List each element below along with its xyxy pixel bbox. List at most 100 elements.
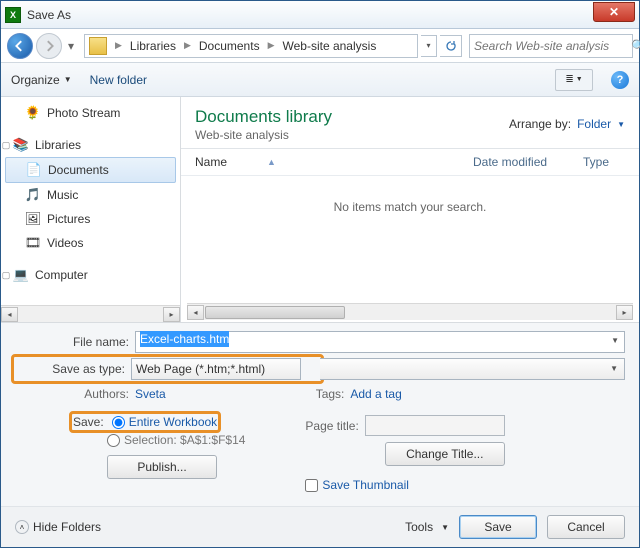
- chevron-right-icon: ▶: [111, 40, 126, 51]
- sidebar-item-label: Music: [47, 188, 78, 202]
- radio-selection-label: Selection: $A$1:$F$14: [124, 433, 245, 447]
- breadcrumb-item[interactable]: Documents: [197, 39, 262, 53]
- scroll-right-arrow[interactable]: ▸: [616, 305, 633, 320]
- navigation-bar: ▾ ▶ Libraries ▶ Documents ▶ Web-site ana…: [1, 29, 639, 63]
- expand-icon[interactable]: ▢: [1, 140, 11, 151]
- save-scope-label: Save:: [73, 415, 104, 429]
- sidebar-item-music[interactable]: 🎵 Music: [1, 183, 180, 207]
- arrange-by-value: Folder: [577, 117, 611, 131]
- scroll-left-arrow[interactable]: ◂: [1, 307, 18, 322]
- nav-forward-button[interactable]: [36, 33, 62, 59]
- sidebar-scrollbar[interactable]: ◂▸: [1, 305, 180, 322]
- chevron-down-icon: ▼: [610, 364, 618, 373]
- radio-entire-workbook-label: Entire Workbook: [129, 415, 217, 429]
- filename-label: File name:: [15, 335, 135, 349]
- column-headers: Name▲ Date modified Type: [181, 149, 639, 176]
- sidebar-item-pictures[interactable]: 🖼 Pictures: [1, 207, 180, 231]
- breadcrumb-item[interactable]: Libraries: [128, 39, 178, 53]
- chevron-down-icon: ▼: [617, 120, 625, 129]
- save-entire-workbook-row: Save: Entire Workbook: [73, 415, 217, 429]
- radio-entire-workbook[interactable]: [112, 416, 125, 429]
- folder-icon: [89, 37, 107, 55]
- computer-icon: 💻: [13, 267, 29, 283]
- save-options-panel: File name: Excel-charts.htm ▼ Save as ty…: [1, 322, 639, 506]
- arrange-by-label: Arrange by:: [509, 117, 571, 131]
- refresh-button[interactable]: [440, 35, 462, 57]
- sidebar-item-photo-stream[interactable]: 🌻 Photo Stream: [1, 101, 180, 125]
- filename-input[interactable]: Excel-charts.htm: [135, 331, 625, 353]
- save-thumbnail-label: Save Thumbnail: [322, 478, 409, 492]
- help-button[interactable]: ?: [611, 71, 629, 89]
- hide-folders-button[interactable]: ˄ Hide Folders: [15, 520, 101, 534]
- breadcrumb[interactable]: ▶ Libraries ▶ Documents ▶ Web-site analy…: [84, 34, 418, 58]
- authors-value[interactable]: Sveta: [135, 387, 166, 401]
- breadcrumb-item[interactable]: Web-site analysis: [281, 39, 379, 53]
- sidebar-item-label: Videos: [47, 236, 83, 250]
- chevron-right-icon: ▶: [180, 40, 195, 51]
- videos-icon: 🎞: [25, 235, 41, 251]
- arrange-by[interactable]: Arrange by: Folder ▼: [509, 117, 625, 131]
- expand-icon[interactable]: ▢: [1, 270, 11, 281]
- close-button[interactable]: ✕: [593, 2, 635, 22]
- sidebar-item-label: Photo Stream: [47, 106, 120, 120]
- chevron-down-icon[interactable]: ▼: [611, 336, 619, 345]
- authors-label: Authors:: [15, 387, 129, 401]
- publish-button[interactable]: Publish...: [107, 455, 217, 479]
- save-as-type-combo-ext[interactable]: ▼: [320, 358, 626, 380]
- search-box[interactable]: 🔍: [469, 34, 633, 58]
- music-icon: 🎵: [25, 187, 41, 203]
- empty-message: No items match your search.: [181, 176, 639, 303]
- file-list-scrollbar[interactable]: ◂▸: [187, 303, 633, 320]
- cancel-button[interactable]: Cancel: [547, 515, 625, 539]
- pictures-icon: 🖼: [25, 211, 41, 227]
- search-icon: 🔍: [631, 39, 640, 53]
- sidebar-item-label: Pictures: [47, 212, 90, 226]
- titlebar: X Save As ✕: [1, 1, 639, 29]
- column-date-modified[interactable]: Date modified: [473, 153, 583, 171]
- page-title-input[interactable]: [365, 415, 505, 436]
- chevron-up-icon: ˄: [15, 520, 29, 534]
- sidebar-item-videos[interactable]: 🎞 Videos: [1, 231, 180, 255]
- window-title: Save As: [27, 8, 593, 22]
- search-input[interactable]: [474, 39, 631, 53]
- sidebar-item-documents[interactable]: 📄 Documents: [5, 157, 176, 183]
- scroll-left-arrow[interactable]: ◂: [187, 305, 204, 320]
- save-as-dialog: X Save As ✕ ▾ ▶ Libraries ▶ Documents ▶ …: [0, 0, 640, 548]
- save-as-type-label: Save as type:: [15, 362, 131, 376]
- breadcrumb-dropdown[interactable]: ▾: [421, 35, 437, 57]
- column-type[interactable]: Type: [583, 153, 625, 171]
- library-subtitle: Web-site analysis: [195, 128, 509, 142]
- save-as-type-combo[interactable]: Web Page (*.htm;*.html): [131, 358, 301, 380]
- sidebar-item-label: Computer: [35, 268, 88, 282]
- sidebar-item-label: Libraries: [35, 138, 81, 152]
- documents-icon: 📄: [26, 162, 42, 178]
- sidebar-item-label: Documents: [48, 163, 109, 177]
- file-list-pane: Documents library Web-site analysis Arra…: [181, 97, 639, 322]
- excel-app-icon: X: [5, 7, 21, 23]
- sort-asc-icon: ▲: [267, 157, 276, 167]
- tools-dropdown[interactable]: Tools▼: [405, 520, 449, 534]
- view-options-button[interactable]: ≣▼: [555, 69, 593, 91]
- save-button[interactable]: Save: [459, 515, 537, 539]
- new-folder-button[interactable]: New folder: [90, 73, 147, 87]
- tags-value[interactable]: Add a tag: [350, 387, 401, 401]
- nav-back-button[interactable]: [7, 33, 33, 59]
- column-name[interactable]: Name▲: [195, 153, 473, 171]
- scroll-right-arrow[interactable]: ▸: [163, 307, 180, 322]
- photo-stream-icon: 🌻: [25, 105, 41, 121]
- save-selection-row: Selection: $A$1:$F$14: [73, 433, 245, 447]
- libraries-icon: 📚: [13, 137, 29, 153]
- radio-selection[interactable]: [107, 434, 120, 447]
- tags-label: Tags:: [316, 387, 345, 401]
- sidebar-item-computer[interactable]: ▢💻 Computer: [1, 263, 180, 287]
- change-title-button[interactable]: Change Title...: [385, 442, 505, 466]
- save-thumbnail-checkbox[interactable]: [305, 479, 318, 492]
- navigation-sidebar: 🌻Photo Stream ▢📚Libraries 📄Documents 🎵Mu…: [1, 97, 181, 322]
- organize-button[interactable]: Organize▼: [11, 73, 72, 87]
- chevron-right-icon: ▶: [264, 40, 279, 51]
- sidebar-item-libraries[interactable]: ▢📚 Libraries: [1, 133, 180, 157]
- nav-history-dropdown[interactable]: ▾: [65, 36, 77, 56]
- page-title-label: Page title:: [305, 419, 358, 433]
- toolbar: Organize▼ New folder ≣▼ ?: [1, 63, 639, 97]
- scrollbar-thumb[interactable]: [205, 306, 345, 319]
